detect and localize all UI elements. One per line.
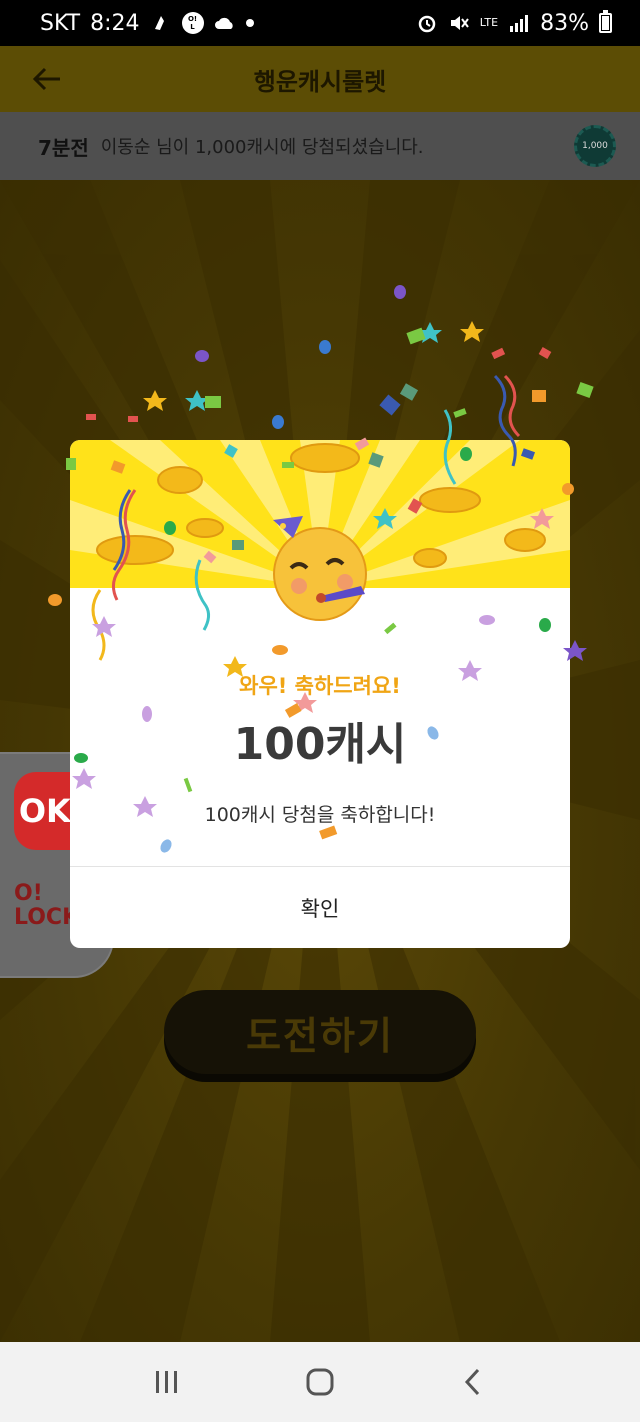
dialog-subtitle: 와우! 축하드려요! [239,674,401,698]
ticker-time: 7분전 [38,135,89,160]
win-dialog: 와우! 축하드려요! 100캐시 100캐시 당첨을 축하합니다! 확인 [70,440,570,948]
coin-icon: 1,000 [574,125,616,167]
chevron-left-icon [465,1368,480,1396]
battery-percent: 83% [540,10,589,36]
status-bar: SKT 8:24 O! L LTE 83% [0,0,640,46]
cloud-icon [214,12,236,34]
ticker-message: 이동순 님이 1,000캐시에 당첨되셨습니다. [100,137,424,158]
system-nav-bar [0,1342,640,1422]
recent-apps-button[interactable] [137,1357,197,1407]
mute-icon [448,12,470,34]
olock-status-icon: O! L [181,12,204,34]
back-arrow-icon[interactable] [30,64,64,94]
battery-icon [599,10,612,33]
page-title: 행운캐시룰렛 [253,67,387,96]
winner-ticker: 7분전 이동순 님이 1,000캐시에 당첨되셨습니다. 1,000 [0,112,640,180]
alarm-icon [416,12,438,34]
dialog-message: 100캐시 당첨을 축하합니다! [204,804,436,826]
recent-apps-icon [155,1371,177,1393]
clock: 8:24 [90,10,140,36]
confirm-button[interactable]: 확인 [70,867,570,948]
notification-dot-icon [245,19,254,27]
carrier-label: SKT [40,10,81,36]
home-icon [306,1368,334,1396]
network-type: LTE [479,16,499,29]
challenge-button[interactable]: 도전하기 [164,990,476,1074]
party-face-icon [273,516,367,621]
home-button[interactable] [290,1357,350,1407]
app-bar: 행운캐시룰렛 [0,46,640,112]
game-icon [150,12,172,34]
challenge-button-label: 도전하기 [246,1013,394,1058]
signal-icon [508,12,530,34]
ok-app-label: OK [18,792,71,830]
prize-amount: 100캐시 [233,719,407,770]
back-button[interactable] [443,1357,503,1407]
